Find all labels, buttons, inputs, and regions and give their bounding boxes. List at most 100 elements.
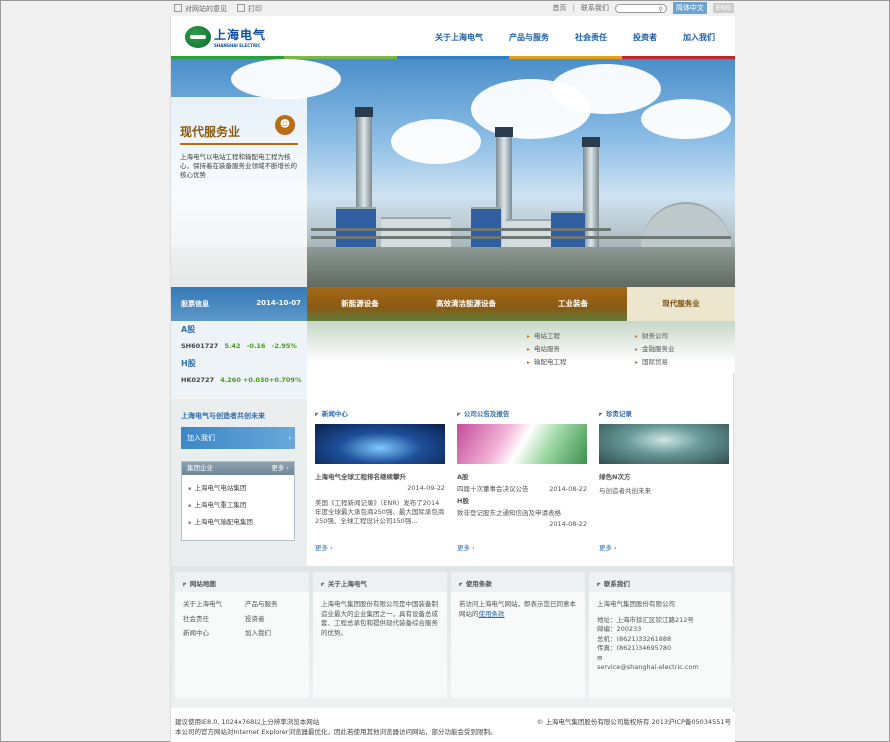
copyright: © 上海电气集团股份有限公司版权所有 2013沪ICP备05034551号	[536, 718, 731, 726]
browser-advice: 建议使用IE8.0, 1024x768以上分辨率浏览本网站	[175, 718, 320, 726]
submenu-item[interactable]: 国际贸易	[635, 356, 675, 366]
h-share-notice-item[interactable]: 致非登记股东之通知信函及申请表格	[457, 509, 587, 518]
lang-cn-button[interactable]: 简体中文	[672, 2, 707, 14]
sitemap-link[interactable]: 新闻中心	[183, 629, 245, 639]
footer-contact: 联系我们 上海电气集团股份有限公司 地址：上海市徐汇区钦江路212号 邮编：20…	[589, 572, 731, 698]
nav-careers[interactable]: 加入我们	[683, 32, 715, 43]
hero-rule	[180, 143, 298, 145]
group-companies-box: 集团企业 更多 › 上海电气电站集团 上海电气重工集团 上海电气输配电集团	[181, 461, 295, 541]
news-date: 2014-09-22	[407, 484, 445, 492]
submenu-item[interactable]: 输配电工程	[527, 356, 567, 366]
main-nav: 关于上海电气 产品与服务 社会责任 投资者 加入我们	[435, 32, 715, 43]
news-center: 新闻中心 上海电气全球工程排名继续攀升 2014-09-22 美国《工程新闻记录…	[307, 399, 449, 559]
a-share-pct: -2.95%	[271, 342, 297, 350]
feedback-icon	[174, 4, 182, 12]
lang-en-button[interactable]: ENG	[712, 3, 734, 13]
terms-link[interactable]: 使用条款	[479, 610, 505, 618]
join-us-button[interactable]: 加入我们 ›	[181, 427, 295, 449]
home-link[interactable]: 首页	[553, 3, 567, 13]
records-image[interactable]	[599, 424, 729, 464]
segment-tabs: 股票信息 2014-10-07 新能源设备 高效清洁能源设备 工业装备 现代服务…	[171, 287, 735, 321]
browser-note: 本公司的官方网站对Internet Explorer浏览器最优化，因此若使用其他…	[175, 728, 497, 736]
logo-text-en: SHANGHAI ELECTRIC	[214, 43, 261, 48]
stock-panel: A股 SH601727 5.42 -0.16 -2.95% H股 HK02727…	[171, 321, 307, 399]
logo[interactable]: 上海电气 SHANGHAI ELECTRIC	[185, 26, 266, 48]
left-column: 上海电气与创造者共创未来 加入我们› 集团企业 更多 › 上海电气电站集团 上海…	[171, 399, 307, 566]
bottom-bar: 建议使用IE8.0, 1024x768以上分辨率浏览本网站 本公司的官方网站对I…	[171, 712, 735, 742]
nav-products[interactable]: 产品与服务	[509, 32, 549, 43]
news-image[interactable]	[315, 424, 445, 464]
group-item[interactable]: 上海电气输配电集团	[188, 516, 294, 526]
contact-link[interactable]: 联系我们	[581, 3, 609, 13]
nav-responsibility[interactable]: 社会责任	[575, 32, 607, 43]
pipe	[311, 228, 611, 231]
announcements: 公司公告及报告 A股 四届十次董事会决议公告 2014-08-22 H股 致非登…	[449, 399, 591, 559]
news-header[interactable]: 新闻中心	[315, 408, 348, 418]
tab-clean-energy[interactable]: 高效清洁能源设备	[413, 287, 519, 321]
plant-building	[336, 207, 376, 247]
records-header[interactable]: 珍贵记录	[599, 408, 632, 418]
submenu-item[interactable]: 财务公司	[635, 330, 675, 340]
page: 上海电气 SHANGHAI ELECTRIC 关于上海电气 产品与服务 社会责任…	[170, 16, 735, 742]
nav-about[interactable]: 关于上海电气	[435, 32, 483, 43]
sitemap-link[interactable]: 加入我们	[245, 629, 305, 639]
logo-text-cn: 上海电气	[214, 28, 267, 42]
print-link[interactable]: 打印	[237, 4, 262, 14]
a-share-notice-row[interactable]: 四届十次董事会决议公告 2014-08-22	[457, 485, 587, 494]
group-item[interactable]: 上海电气重工集团	[188, 499, 294, 509]
records-title[interactable]: 绿色N次方	[599, 473, 729, 482]
news-body: 美国《工程新闻记录》（ENR）发布了2014年度全球最大承包商250强、最大国际…	[315, 499, 445, 525]
announcements-header[interactable]: 公司公告及报告	[457, 408, 510, 418]
tab-new-energy[interactable]: 新能源设备	[307, 287, 413, 321]
nav-investors[interactable]: 投资者	[633, 32, 657, 43]
slogan: 上海电气与创造者共创未来	[181, 412, 265, 420]
tab-industrial[interactable]: 工业装备	[519, 287, 627, 321]
mail-icon: ✉	[597, 653, 603, 662]
search-icon[interactable]: ⚲	[659, 6, 663, 13]
phone: 总机：(8621)33261888	[597, 634, 672, 643]
group-item[interactable]: 上海电气电站集团	[188, 482, 294, 492]
records-more-link[interactable]: 更多 ›	[599, 542, 617, 552]
a-share-price: 5.42	[224, 342, 241, 350]
group-more-link[interactable]: 更多 ›	[271, 462, 289, 475]
news-more-link[interactable]: 更多 ›	[315, 542, 333, 552]
sitemap-link[interactable]: 投资者	[245, 615, 305, 625]
h-share-notice-date: 2014-08-22	[549, 520, 587, 528]
h-share-code: HK02727	[181, 376, 215, 384]
submenu-item[interactable]: 电站服务	[527, 343, 567, 353]
h-share-row: HK02727 4.260 +0.030+0.709%	[181, 376, 301, 384]
a-share-label: A股	[181, 325, 196, 334]
submenu-item[interactable]: 电站工程	[527, 330, 567, 340]
plant-canopy	[641, 202, 731, 247]
records-subtitle: 与创造者共创未来	[599, 487, 651, 495]
chevron-right-icon: ›	[288, 434, 291, 442]
terms-header: 使用条款	[451, 572, 585, 592]
announcements-image[interactable]	[457, 424, 587, 464]
news-headline[interactable]: 上海电气全球工程排名继续攀升	[315, 473, 445, 482]
submenu-item[interactable]: 金融服务业	[635, 343, 675, 353]
logo-mark-icon	[185, 26, 211, 48]
cloud	[551, 64, 661, 114]
stock-date: 2014-10-07	[256, 299, 301, 307]
h-share-change: +0.030	[242, 376, 269, 384]
plant-building	[471, 207, 501, 247]
submenu-col2: 财务公司 金融服务业 国际贸易	[635, 330, 675, 369]
tab-modern-services[interactable]: 现代服务业	[627, 287, 735, 321]
terms-text: 若访问上海电气网站，即表示您已同意本网站的使用条款	[459, 600, 576, 618]
sitemap-link[interactable]: 产品与服务	[245, 600, 305, 610]
search-input[interactable]: ⚲	[614, 3, 667, 13]
submenu-col1: 电站工程 电站服务 输配电工程	[527, 330, 567, 369]
email-link[interactable]: service@shanghai-electric.com	[597, 663, 723, 673]
h-share-pct: +0.709%	[268, 376, 302, 384]
hero-banner: 现代服务业 ☻ 上海电气以电站工程和输配电工程为核心，保持着在装备服务业领域不断…	[171, 59, 735, 287]
sitemap-link[interactable]: 社会责任	[183, 615, 245, 625]
a-share-change: -0.16	[246, 342, 266, 350]
printer-icon	[237, 4, 245, 12]
feedback-link[interactable]: 对网站的意见	[174, 4, 227, 14]
hero-title: 现代服务业	[180, 125, 241, 139]
address: 地址：上海市徐汇区钦江路212号	[597, 615, 694, 624]
sitemap-header: 网站地图	[175, 572, 309, 592]
announcements-more-link[interactable]: 更多 ›	[457, 542, 475, 552]
plant-building	[381, 217, 451, 247]
sitemap-link[interactable]: 关于上海电气	[183, 600, 245, 610]
